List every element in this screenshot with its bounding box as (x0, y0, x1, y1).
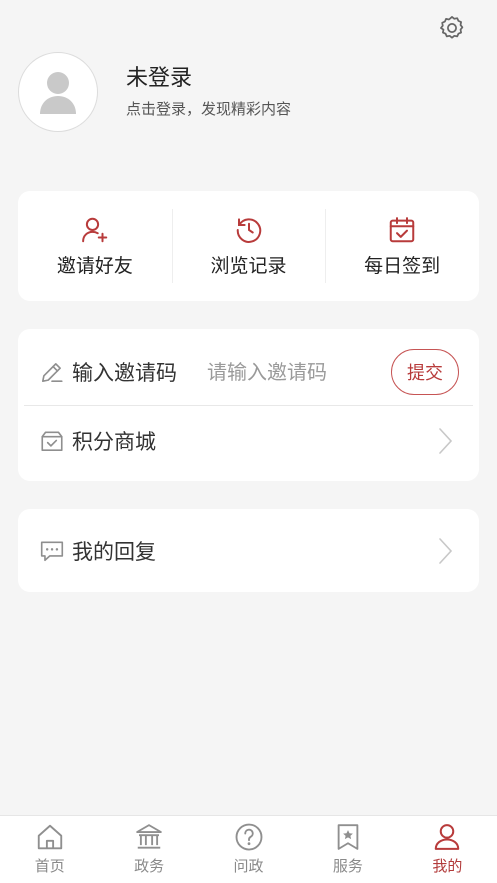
settings-list-card: 输入邀请码 提交 积分商城 (18, 329, 479, 481)
question-circle-icon (235, 823, 262, 851)
user-icon (435, 824, 460, 850)
tab-home[interactable]: 首页 (0, 816, 99, 883)
settings-button[interactable] (436, 12, 468, 44)
points-mall-row[interactable]: 积分商城 (18, 413, 479, 469)
avatar[interactable] (18, 52, 98, 132)
tab-label: 问政 (233, 857, 264, 875)
my-replies-card: 我的回复 (18, 509, 479, 592)
gift-box-icon (38, 427, 66, 455)
chevron-right-icon (439, 537, 453, 564)
user-silhouette-icon (40, 72, 76, 114)
tab-government-affairs[interactable]: 政务 (99, 816, 198, 883)
gear-icon (440, 16, 464, 39)
invite-code-input[interactable] (207, 360, 377, 384)
quick-action-label: 浏览记录 (210, 254, 287, 277)
login-hint: 点击登录，发现精彩内容 (126, 100, 292, 118)
my-replies-label: 我的回复 (72, 539, 156, 564)
tab-services[interactable]: 服务 (298, 816, 397, 883)
bookmark-star-icon (337, 824, 359, 850)
quick-actions-card: 邀请好友 浏览记录 每日签到 (18, 191, 479, 301)
pencil-icon (38, 358, 66, 386)
tab-label: 我的 (432, 857, 463, 875)
tab-label: 首页 (34, 857, 65, 875)
browse-history-button[interactable]: 浏览记录 (171, 209, 326, 283)
bottom-tab-bar: 首页 政务 问政 服务 我的 (0, 815, 497, 883)
tab-label: 政务 (134, 857, 165, 875)
chevron-right-icon (439, 428, 453, 454)
tab-label: 服务 (332, 857, 363, 875)
divider (24, 405, 473, 406)
submit-button[interactable]: 提交 (391, 349, 459, 395)
invite-code-row: 输入邀请码 提交 (18, 344, 479, 400)
clock-history-icon (236, 217, 261, 243)
tab-ask-government[interactable]: 问政 (199, 816, 298, 883)
calendar-check-icon (389, 216, 415, 242)
daily-checkin-button[interactable]: 每日签到 (325, 209, 479, 283)
my-replies-row[interactable]: 我的回复 (18, 509, 479, 592)
quick-action-label: 每日签到 (364, 254, 441, 277)
chat-bubble-icon (38, 537, 66, 565)
invite-friends-button[interactable]: 邀请好友 (18, 209, 172, 283)
home-icon (37, 824, 62, 850)
add-user-icon (81, 217, 108, 242)
invite-code-label: 输入邀请码 (72, 361, 177, 385)
points-mall-label: 积分商城 (72, 430, 156, 454)
government-building-icon (136, 824, 162, 849)
profile-header[interactable]: 未登录 点击登录，发现精彩内容 (18, 52, 291, 132)
tab-mine[interactable]: 我的 (398, 816, 497, 883)
login-status[interactable]: 未登录 (126, 65, 291, 93)
quick-action-label: 邀请好友 (56, 254, 133, 277)
